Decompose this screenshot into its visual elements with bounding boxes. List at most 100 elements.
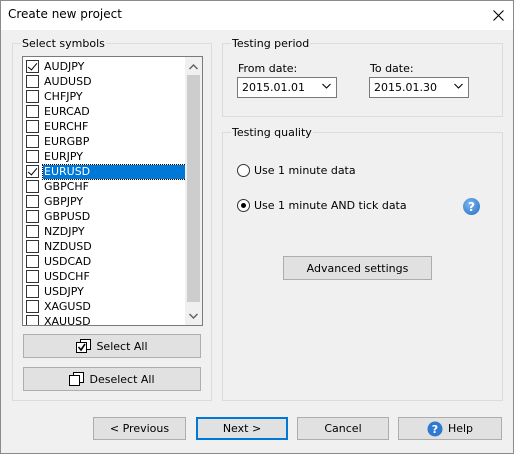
list-item[interactable]: AUDJPY (23, 59, 186, 74)
symbol-label: GBPUSD (44, 209, 91, 223)
previous-label: < Previous (109, 422, 170, 435)
list-item[interactable]: EURCAD (23, 104, 186, 119)
cancel-button[interactable]: Cancel (297, 417, 389, 440)
symbol-checkbox[interactable] (26, 270, 39, 283)
list-item[interactable]: EURJPY (23, 149, 186, 164)
help-label: Help (447, 422, 474, 435)
symbol-checkbox[interactable] (26, 120, 39, 133)
symbol-checkbox[interactable] (26, 195, 39, 208)
list-item[interactable]: XAUUSD (23, 314, 186, 326)
symbol-label: USDJPY (44, 284, 84, 298)
symbol-checkbox[interactable] (26, 255, 39, 268)
list-item[interactable]: XAGUSD (23, 299, 186, 314)
select-all-button[interactable]: Select All (23, 334, 201, 358)
symbol-checkbox[interactable] (26, 165, 39, 178)
symbol-label: USDCHF (44, 269, 90, 283)
to-date-select[interactable]: 2015.01.30 (369, 77, 469, 98)
list-item[interactable]: GBPJPY (23, 194, 186, 209)
deselect-all-icon (69, 372, 85, 386)
symbol-label: EURGBP (44, 134, 90, 148)
previous-button[interactable]: < Previous (93, 417, 186, 440)
symbol-checkbox[interactable] (26, 285, 39, 298)
scroll-thumb[interactable] (187, 75, 200, 302)
symbol-checkbox[interactable] (26, 105, 39, 118)
from-date-select[interactable]: 2015.01.01 (237, 77, 337, 98)
radio-1-minute-data[interactable]: Use 1 minute data (237, 164, 356, 177)
list-item[interactable]: CHFJPY (23, 89, 186, 104)
list-item[interactable]: USDCAD (23, 254, 186, 269)
deselect-all-label: Deselect All (89, 372, 155, 386)
symbol-label: XAGUSD (44, 299, 91, 313)
symbol-label: AUDUSD (44, 74, 92, 88)
scroll-up-button[interactable] (185, 58, 202, 75)
symbol-label: XAUUSD (44, 314, 91, 326)
radio-button[interactable] (237, 199, 250, 212)
to-date-value: 2015.01.30 (374, 81, 437, 94)
symbol-label: GBPJPY (44, 194, 84, 208)
chevron-up-icon (189, 63, 198, 69)
symbol-label: USDCAD (44, 254, 92, 268)
symbol-checkbox[interactable] (26, 90, 39, 103)
help-button[interactable]: ? Help (398, 417, 502, 440)
symbol-label: EURJPY (44, 149, 83, 163)
select-symbols-label: Select symbols (21, 37, 106, 50)
help-icon: ? (427, 421, 443, 437)
testing-period-label: Testing period (231, 37, 311, 50)
vertical-scrollbar[interactable] (185, 57, 202, 325)
symbol-label: GBPCHF (44, 179, 89, 193)
list-item[interactable]: USDJPY (23, 284, 186, 299)
close-icon (492, 10, 504, 21)
list-item[interactable]: USDCHF (23, 269, 186, 284)
list-item[interactable]: EURCHF (23, 119, 186, 134)
deselect-all-button[interactable]: Deselect All (23, 367, 201, 391)
list-item[interactable]: EURGBP (23, 134, 186, 149)
symbol-label: EURUSD (42, 163, 187, 180)
symbol-checkbox[interactable] (26, 75, 39, 88)
create-project-dialog: Create new project Select symbols AUDJPY… (0, 0, 514, 454)
chevron-down-icon (454, 83, 463, 89)
symbol-checkbox[interactable] (26, 240, 39, 253)
radio-1-minute-data-label: Use 1 minute data (254, 164, 356, 177)
symbol-label: NZDUSD (44, 239, 92, 253)
symbol-checkbox[interactable] (26, 315, 39, 325)
cancel-label: Cancel (324, 422, 362, 435)
symbol-label: EURCHF (44, 119, 89, 133)
symbol-list: AUDJPY AUDUSD CHFJPY EURCAD EURCHF EURGBP EURJ… (23, 59, 187, 326)
from-date-label: From date: (238, 62, 298, 75)
list-item[interactable]: NZDUSD (23, 239, 186, 254)
symbol-checkbox[interactable] (26, 180, 39, 193)
testing-quality-label: Testing quality (231, 126, 313, 139)
symbol-label: CHFJPY (44, 89, 83, 103)
svg-text:?: ? (432, 423, 438, 436)
chevron-down-icon (189, 313, 198, 319)
symbol-checkbox[interactable] (26, 150, 39, 163)
symbol-label: EURCAD (44, 104, 90, 118)
radio-button[interactable] (237, 164, 250, 177)
advanced-settings-button[interactable]: Advanced settings (283, 256, 432, 280)
symbol-checkbox[interactable] (26, 225, 39, 238)
symbols-listbox[interactable]: AUDJPY AUDUSD CHFJPY EURCAD EURCHF EURGBP EURJ… (22, 56, 203, 326)
symbol-label: NZDJPY (44, 224, 85, 238)
symbol-checkbox[interactable] (26, 300, 39, 313)
help-icon[interactable]: ? (463, 198, 480, 215)
symbol-checkbox[interactable] (26, 210, 39, 223)
select-all-label: Select All (96, 339, 148, 353)
radio-1-minute-and-tick-data[interactable]: Use 1 minute AND tick data (237, 199, 407, 212)
title-bar: Create new project (1, 1, 513, 30)
list-item[interactable]: AUDUSD (23, 74, 186, 89)
from-date-value: 2015.01.01 (242, 81, 305, 94)
window-title: Create new project (8, 7, 122, 21)
list-item[interactable]: GBPCHF (23, 179, 186, 194)
close-button[interactable] (483, 1, 513, 30)
radio-1-minute-and-tick-data-label: Use 1 minute AND tick data (254, 199, 407, 212)
to-date-label: To date: (370, 62, 414, 75)
chevron-down-icon (322, 83, 331, 89)
next-button[interactable]: Next > (196, 417, 288, 440)
list-item[interactable]: GBPUSD (23, 209, 186, 224)
scroll-down-button[interactable] (185, 307, 202, 324)
list-item[interactable]: NZDJPY (23, 224, 186, 239)
symbol-checkbox[interactable] (26, 60, 39, 73)
list-item[interactable]: EURUSD (23, 163, 187, 180)
select-all-icon (76, 339, 92, 353)
symbol-checkbox[interactable] (26, 135, 39, 148)
